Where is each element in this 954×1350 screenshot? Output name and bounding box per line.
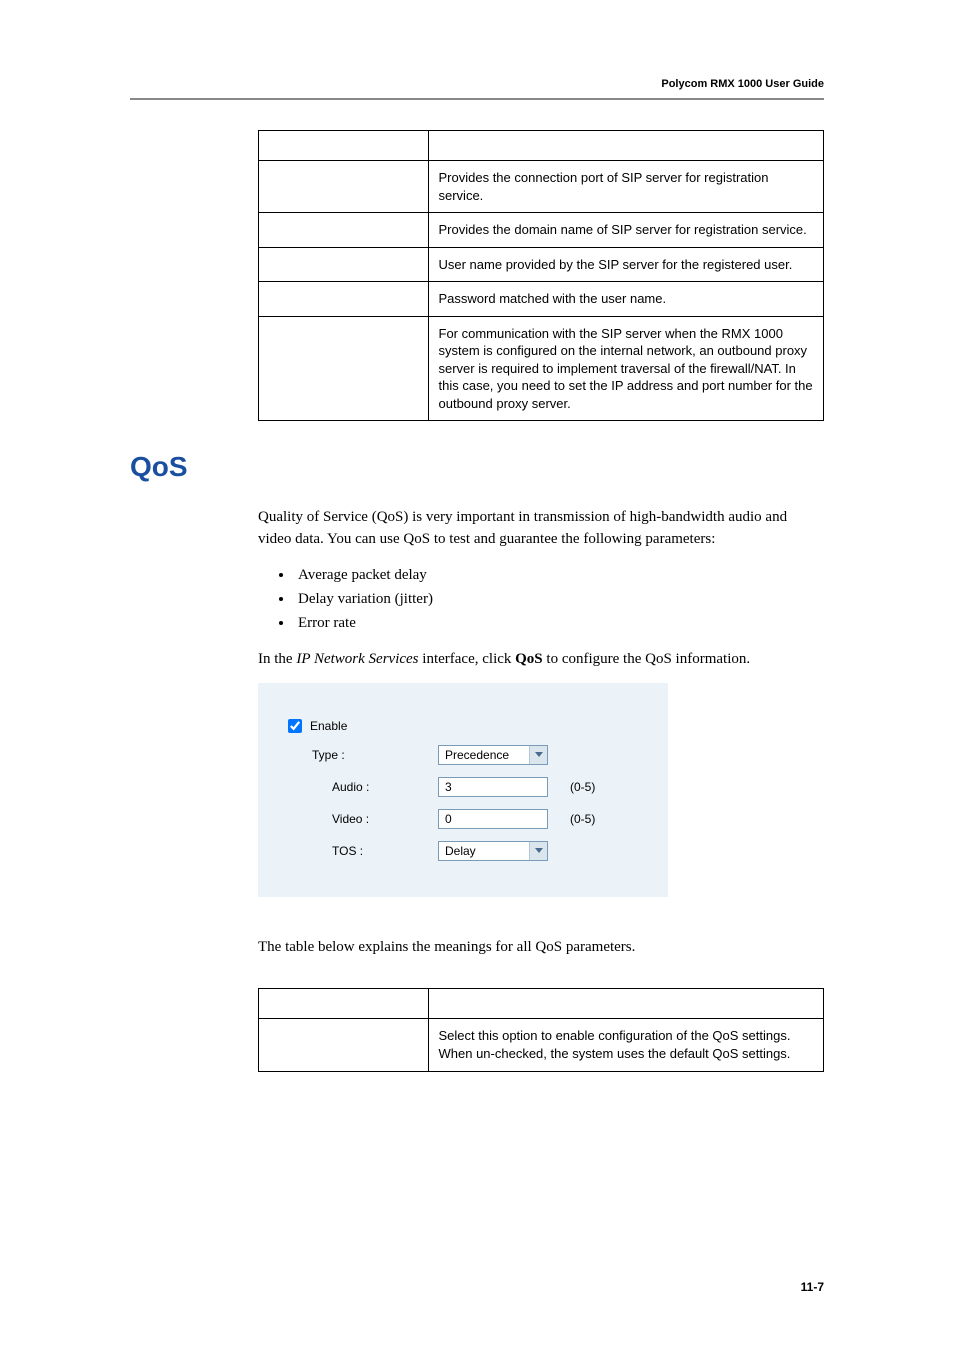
video-input[interactable] xyxy=(438,809,548,829)
text-fragment: to configure the QoS information. xyxy=(543,651,750,667)
desc-cell: User name provided by the SIP server for… xyxy=(428,247,824,282)
table-row: Password matched with the user name. xyxy=(259,282,824,317)
param-cell xyxy=(259,213,429,248)
table-row: Select this option to enable configurati… xyxy=(259,1019,824,1071)
desc-cell: Provides the connection port of SIP serv… xyxy=(428,161,824,213)
text-fragment-italic: IP Network Services xyxy=(296,651,418,667)
text-fragment: interface, click xyxy=(419,651,516,667)
chevron-down-icon xyxy=(529,842,547,860)
sip-params-table: Provides the connection port of SIP serv… xyxy=(258,130,824,421)
text-fragment: In the xyxy=(258,651,296,667)
enable-label: Enable xyxy=(310,719,347,733)
table-row: For communication with the SIP server wh… xyxy=(259,316,824,421)
qos-settings-panel: Enable Type : Precedence Audio : (0-5) V… xyxy=(258,683,668,897)
param-cell xyxy=(259,316,429,421)
param-cell xyxy=(259,247,429,282)
desc-cell: For communication with the SIP server wh… xyxy=(428,316,824,421)
tos-label: TOS : xyxy=(288,844,438,858)
qos-table-caption: The table below explains the meanings fo… xyxy=(258,937,824,959)
page-number: 11-7 xyxy=(801,1280,824,1294)
list-item: Error rate xyxy=(294,611,824,635)
list-item: Average packet delay xyxy=(294,563,824,587)
audio-range-hint: (0-5) xyxy=(570,780,595,794)
type-label: Type : xyxy=(288,748,438,762)
desc-cell: Password matched with the user name. xyxy=(428,282,824,317)
type-select[interactable]: Precedence xyxy=(438,745,548,765)
list-item: Delay variation (jitter) xyxy=(294,587,824,611)
text-fragment-bold: QoS xyxy=(515,651,543,667)
tos-select-value: Delay xyxy=(439,844,529,858)
table-row: User name provided by the SIP server for… xyxy=(259,247,824,282)
table-row: Provides the domain name of SIP server f… xyxy=(259,213,824,248)
desc-cell: Select this option to enable configurati… xyxy=(428,1019,824,1071)
audio-input[interactable] xyxy=(438,777,548,797)
desc-cell: Provides the domain name of SIP server f… xyxy=(428,213,824,248)
tos-select[interactable]: Delay xyxy=(438,841,548,861)
table-header-desc xyxy=(428,989,824,1019)
video-range-hint: (0-5) xyxy=(570,812,595,826)
qos-intro-paragraph: Quality of Service (QoS) is very importa… xyxy=(258,507,824,551)
qos-bullets: Average packet delay Delay variation (ji… xyxy=(294,563,824,635)
section-heading-qos: QoS xyxy=(130,451,824,483)
table-row: Provides the connection port of SIP serv… xyxy=(259,161,824,213)
enable-checkbox[interactable] xyxy=(288,719,302,733)
table-header-param xyxy=(259,989,429,1019)
table-header-desc xyxy=(428,131,824,161)
chevron-down-icon xyxy=(529,746,547,764)
table-header-param xyxy=(259,131,429,161)
header-divider xyxy=(130,98,824,100)
audio-label: Audio : xyxy=(288,780,438,794)
video-label: Video : xyxy=(288,812,438,826)
qos-instruction-paragraph: In the IP Network Services interface, cl… xyxy=(258,649,824,671)
type-select-value: Precedence xyxy=(439,748,529,762)
param-cell xyxy=(259,282,429,317)
param-cell xyxy=(259,161,429,213)
param-cell xyxy=(259,1019,429,1071)
qos-params-table: Select this option to enable configurati… xyxy=(258,988,824,1071)
header-guide-title: Polycom RMX 1000 User Guide xyxy=(130,78,824,90)
